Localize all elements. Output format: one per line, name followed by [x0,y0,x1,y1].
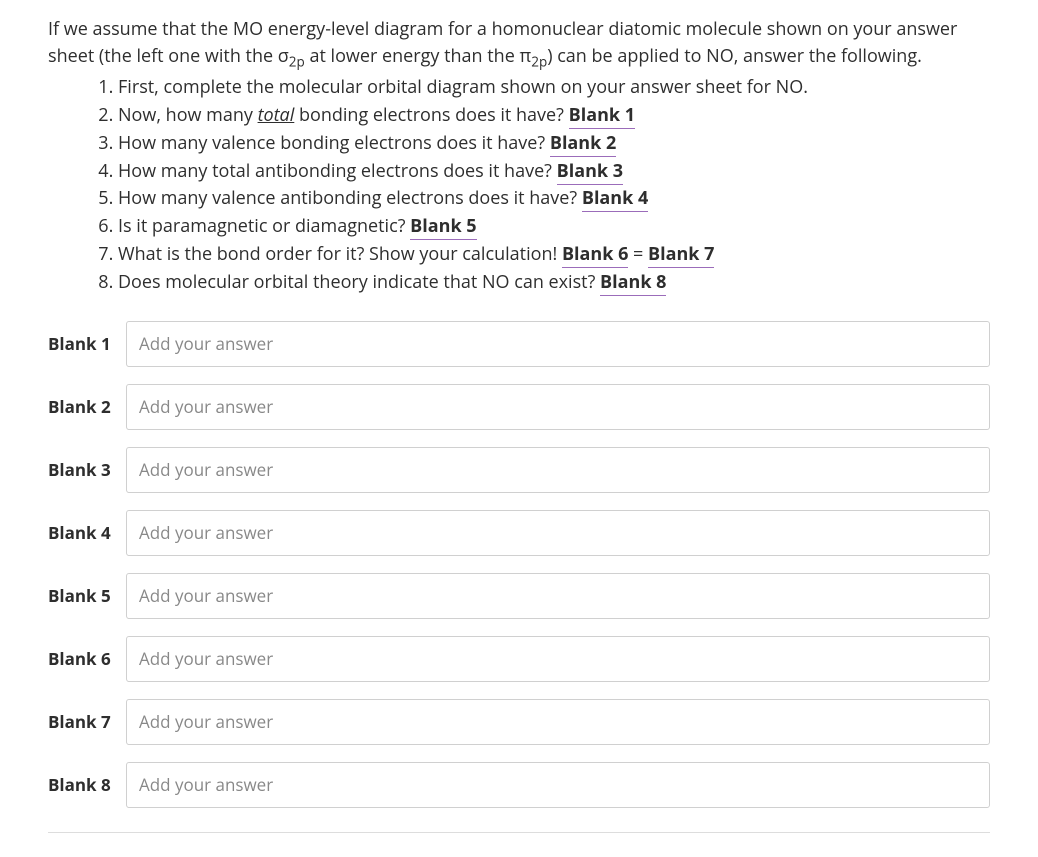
q2-blank: Blank 1 [569,103,635,129]
answers-section: Blank 1 Blank 2 Blank 3 Blank 4 Blank 5 … [48,321,990,808]
answer-label-4: Blank 4 [48,520,126,546]
question-item-1: First, complete the molecular orbital di… [118,74,990,102]
q4-blank: Blank 3 [557,159,623,185]
answer-label-8: Blank 8 [48,772,126,798]
q8-pre: Does molecular orbital theory indicate t… [118,270,600,294]
question-item-6: Is it paramagnetic or diamagnetic? Blank… [118,213,990,241]
question-item-2: Now, how many total bonding electrons do… [118,102,990,130]
q6-pre: Is it paramagnetic or diamagnetic? [118,214,410,238]
question-item-4: How many total antibonding electrons doe… [118,158,990,186]
answer-row-6: Blank 6 [48,636,990,682]
q2-total: total [258,103,295,127]
q5-blank: Blank 4 [582,186,648,212]
answer-label-6: Blank 6 [48,646,126,672]
q7-blank1: Blank 6 [562,242,628,268]
answer-input-1[interactable] [126,321,990,367]
answer-input-5[interactable] [126,573,990,619]
answer-input-2[interactable] [126,384,990,430]
answer-input-7[interactable] [126,699,990,745]
answer-label-1: Blank 1 [48,331,126,357]
q4-pre: How many total antibonding electrons doe… [118,159,557,183]
answer-row-4: Blank 4 [48,510,990,556]
q2-mid: bonding electrons does it have? [294,103,568,127]
divider [48,832,990,833]
q6-blank: Blank 5 [410,214,476,240]
question-list: First, complete the molecular orbital di… [48,74,990,297]
answer-row-5: Blank 5 [48,573,990,619]
q5-pre: How many valence antibonding electrons d… [118,186,582,210]
intro-sub-1: 2p [289,53,305,71]
question-intro: If we assume that the MO energy-level di… [48,16,990,72]
q1-text: First, complete the molecular orbital di… [118,75,808,99]
answer-row-2: Blank 2 [48,384,990,430]
q8-blank: Blank 8 [600,270,666,296]
answer-input-4[interactable] [126,510,990,556]
q7-pre: What is the bond order for it? Show your… [118,242,562,266]
answer-label-5: Blank 5 [48,583,126,609]
intro-sub-2: 2p [531,53,547,71]
q2-pre: Now, how many [118,103,258,127]
answer-row-7: Blank 7 [48,699,990,745]
answer-row-1: Blank 1 [48,321,990,367]
answer-input-6[interactable] [126,636,990,682]
question-item-5: How many valence antibonding electrons d… [118,185,990,213]
answer-label-7: Blank 7 [48,709,126,735]
answer-input-3[interactable] [126,447,990,493]
answer-label-3: Blank 3 [48,457,126,483]
question-item-7: What is the bond order for it? Show your… [118,241,990,269]
answer-row-8: Blank 8 [48,762,990,808]
intro-text-2: at lower energy than the π [305,44,531,68]
q3-blank: Blank 2 [550,131,616,157]
question-item-8: Does molecular orbital theory indicate t… [118,269,990,297]
question-item-3: How many valence bonding electrons does … [118,130,990,158]
q7-sep: = [628,242,648,266]
q3-pre: How many valence bonding electrons does … [118,131,550,155]
answer-row-3: Blank 3 [48,447,990,493]
q7-blank2: Blank 7 [648,242,714,268]
answer-input-8[interactable] [126,762,990,808]
intro-text-3: ) can be applied to NO, answer the follo… [547,44,922,68]
answer-label-2: Blank 2 [48,394,126,420]
